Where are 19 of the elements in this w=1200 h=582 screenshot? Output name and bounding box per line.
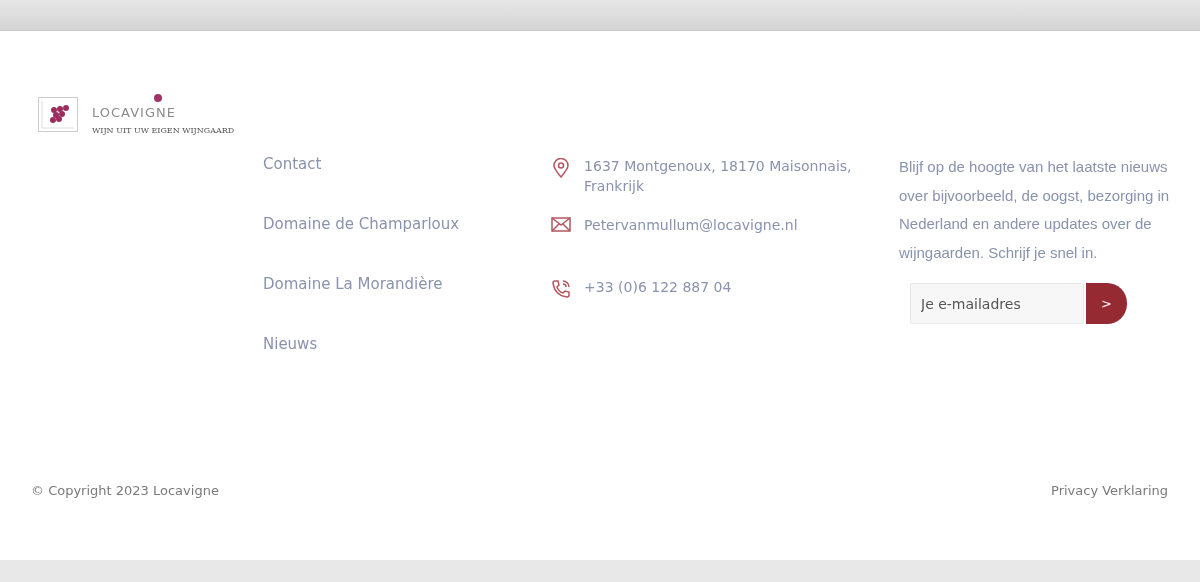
grape-icon [154,94,162,102]
logo-tagline: WIJN UIT UW EIGEN WIJNGAARD [92,127,235,135]
footer-link[interactable]: Domaine de Champarloux [263,213,460,236]
phone-text: +33 (0)6 122 887 04 [584,278,733,297]
footer-link[interactable]: Contact [263,153,460,176]
newsletter-text: Blijf op de hoogte van het laatste nieuws over bijvoorbeeld, de oogst, bezorging in Nederland en andere updates over de wijngaarden. Schrijf je snel in. [899,157,1171,263]
location-pin-icon [552,158,571,178]
envelope-icon [551,217,572,232]
footer-link[interactable]: Nieuws [263,333,460,356]
grape-logo-icon [38,97,78,132]
submit-button[interactable]: > [1086,283,1127,324]
footer-link[interactable]: Domaine La Morandière [263,273,460,296]
phone-icon [551,279,572,299]
email-field[interactable]: Je e-mailadres [910,283,1084,324]
copyright-text: © Copyright 2023 Locavigne [31,482,219,500]
privacy-link[interactable]: Privacy Verklaring [1051,481,1168,501]
email-text: Petervanmullum@locavigne.nl [584,216,799,235]
address-text: 1637 Montgenoux, 18170 Maisonnais, Frankrijk [584,157,853,196]
logo-wordmark: LOCAVIGNE [92,105,176,120]
